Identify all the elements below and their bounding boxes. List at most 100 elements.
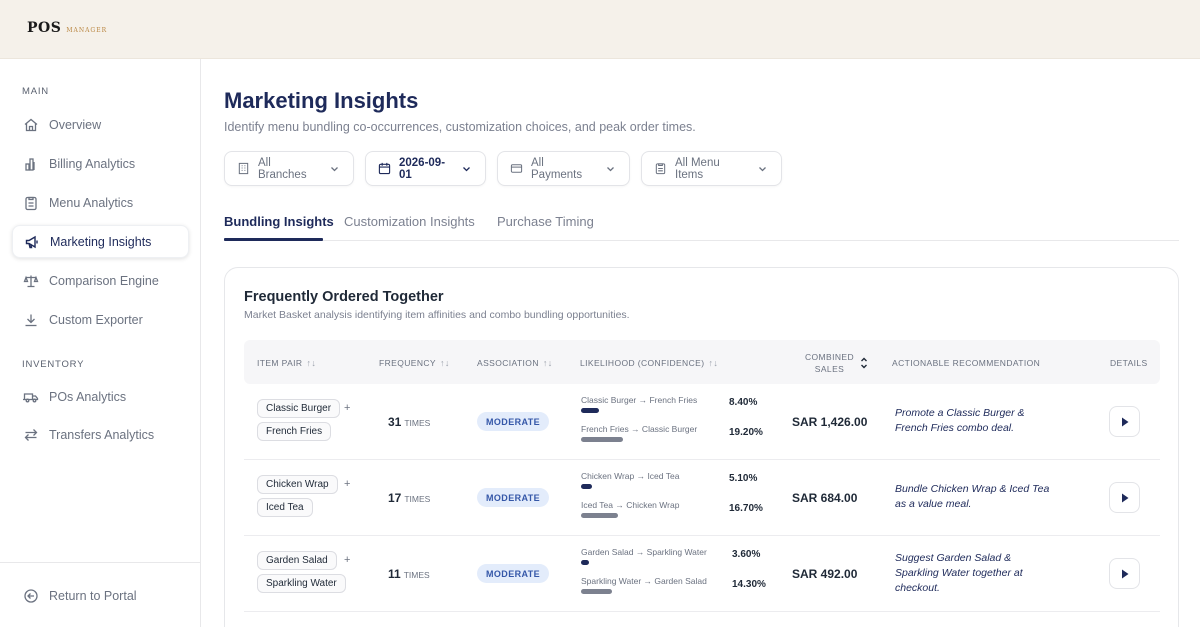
bar-chart-icon [25, 157, 35, 171]
clipboard-icon [25, 196, 37, 210]
table-row: Chicken Wrap + Iced Tea 17 TIMES MODERATE… [244, 460, 1160, 536]
plus-sign: + [344, 554, 351, 566]
likelihood-value: 14.30% [732, 579, 766, 590]
header-label: LIKELIHOOD (CONFIDENCE) [580, 358, 705, 368]
likelihood-value: 16.70% [729, 503, 763, 514]
frequency-unit: TIMES [403, 570, 430, 580]
page-title: Marketing Insights [224, 88, 419, 113]
date-filter[interactable]: 2026-09-01 [365, 151, 486, 186]
plus-sign: + [344, 478, 351, 490]
sort-icon: ↑↓ [542, 358, 553, 368]
combined-sales: SAR 1,426.00 [792, 415, 868, 429]
frequency-unit: TIMES [404, 418, 431, 428]
likelihood-ba: Sparkling Water → Garden Salad 14.30% [581, 576, 771, 594]
download-icon [25, 314, 37, 326]
main-content: Marketing Insights Identify menu bundlin… [201, 59, 1200, 627]
sort-icon: ↑↓ [306, 358, 317, 368]
item-chip[interactable]: French Fries [257, 422, 332, 441]
header-frequency[interactable]: FREQUENCY ↑↓ [379, 358, 450, 368]
menu-item-filter[interactable]: All Menu Items [641, 151, 782, 186]
header-association[interactable]: ASSOCIATION ↑↓ [477, 358, 553, 368]
header-likelihood[interactable]: LIKELIHOOD (CONFIDENCE) ↑↓ [580, 358, 718, 368]
likelihood-ba: French Fries → Classic Burger 19.20% [581, 424, 771, 442]
header-recommendation: ACTIONABLE RECOMMENDATION [892, 358, 1041, 368]
likelihood-bar [581, 560, 589, 565]
likelihood-bar [581, 589, 613, 594]
sidebar-item-label: Menu Analytics [49, 195, 134, 210]
building-icon [238, 162, 249, 175]
credit-card-icon [510, 164, 523, 173]
brand-sub: MANAGER [66, 27, 108, 34]
home-icon [24, 118, 38, 131]
frequency-value: 11 TIMES [388, 567, 430, 581]
header-combined-sales[interactable]: COMBINED SALES [805, 351, 868, 375]
chevron-down-icon [607, 166, 614, 171]
association-badge: MODERATE [477, 564, 550, 583]
item-chip[interactable]: Garden Salad [257, 551, 337, 570]
combined-sales: SAR 492.00 [792, 567, 858, 581]
sidebar-item-overview[interactable]: Overview [12, 108, 189, 141]
play-icon [1121, 417, 1128, 426]
frequency-unit: TIMES [404, 494, 431, 504]
likelihood-value: 19.20% [729, 427, 763, 438]
details-button[interactable] [1109, 558, 1140, 589]
payment-filter[interactable]: All Payments [497, 151, 630, 186]
truck-icon [23, 392, 39, 402]
sidebar-item-label: Marketing Insights [50, 234, 152, 249]
likelihood-bar [581, 437, 624, 442]
sidebar-item-comparison-engine[interactable]: Comparison Engine [12, 264, 189, 297]
branch-filter-value: All Branches [258, 156, 307, 181]
table-row: Garden Salad + Sparkling Water 11 TIMES M… [244, 536, 1160, 612]
chevron-down-icon [463, 166, 470, 171]
plus-sign: + [344, 402, 351, 414]
sidebar: MAIN Overview Billing Analytics Menu Ana… [0, 59, 201, 627]
tab-bundling-insights[interactable]: Bundling Insights [224, 214, 334, 229]
frequency-count: 17 [388, 491, 402, 505]
branch-filter[interactable]: All Branches [224, 151, 354, 186]
card-subtitle: Market Basket analysis identifying item … [244, 309, 630, 321]
header-item-pair[interactable]: ITEM PAIR ↑↓ [257, 358, 316, 368]
details-button[interactable] [1109, 482, 1140, 513]
likelihood-bar [581, 484, 593, 489]
association-badge: MODERATE [477, 412, 550, 431]
sidebar-item-label: Custom Exporter [49, 312, 143, 327]
likelihood-ab: Garden Salad → Sparkling Water 3.60% [581, 547, 771, 565]
header-label: ASSOCIATION [477, 358, 539, 368]
page-subtitle: Identify menu bundling co-occurrences, c… [224, 120, 696, 134]
table-header: ITEM PAIR ↑↓ FREQUENCY ↑↓ ASSOCIATION ↑↓ LI… [244, 340, 1160, 384]
sort-icon: ↑↓ [439, 358, 450, 368]
item-chip[interactable]: Classic Burger [257, 399, 341, 418]
top-bar: POS MANAGER [0, 0, 1200, 59]
play-icon [1121, 493, 1128, 502]
tab-purchase-timing[interactable]: Purchase Timing [497, 214, 594, 229]
tab-customization-insights[interactable]: Customization Insights [344, 214, 475, 229]
likelihood-value: 5.10% [729, 473, 758, 484]
item-chip[interactable]: Sparkling Water [257, 574, 346, 593]
chevron-down-icon [331, 166, 338, 171]
brand-name: POS [27, 20, 62, 36]
active-tab-indicator [224, 238, 323, 241]
sidebar-item-marketing-insights[interactable]: Marketing Insights [12, 225, 189, 258]
date-filter-value: 2026-09-01 [399, 156, 446, 181]
frequency-value: 17 TIMES [388, 491, 430, 505]
header-label: COMBINED [805, 352, 855, 362]
details-button[interactable] [1109, 406, 1140, 437]
sidebar-item-pos-analytics[interactable]: POs Analytics [12, 380, 189, 413]
likelihood-ab: Chicken Wrap → Iced Tea 5.10% [581, 471, 771, 489]
recommendation-text: Promote a Classic Burger & French Fries … [895, 407, 1025, 434]
recommendation-text: Bundle Chicken Wrap & Iced Tea as a valu… [895, 483, 1050, 510]
sidebar-item-custom-exporter[interactable]: Custom Exporter [12, 303, 189, 336]
brand-logo[interactable]: POS MANAGER [27, 20, 107, 36]
sidebar-item-label: Transfers Analytics [49, 427, 155, 442]
sidebar-item-menu-analytics[interactable]: Menu Analytics [12, 186, 189, 219]
sidebar-item-billing-analytics[interactable]: Billing Analytics [12, 147, 189, 180]
sidebar-item-transfers-analytics[interactable]: Transfers Analytics [12, 418, 189, 451]
return-to-portal-link[interactable]: Return to Portal [12, 579, 189, 612]
sort-active-icon [861, 357, 868, 369]
table-row: Classic Burger + French Fries 31 TIMES MO… [244, 384, 1160, 460]
header-label: SALES [814, 364, 845, 374]
association-badge: MODERATE [477, 488, 550, 507]
header-label: ITEM PAIR [257, 358, 303, 368]
item-chip[interactable]: Chicken Wrap [257, 475, 338, 494]
item-chip[interactable]: Iced Tea [257, 498, 313, 517]
